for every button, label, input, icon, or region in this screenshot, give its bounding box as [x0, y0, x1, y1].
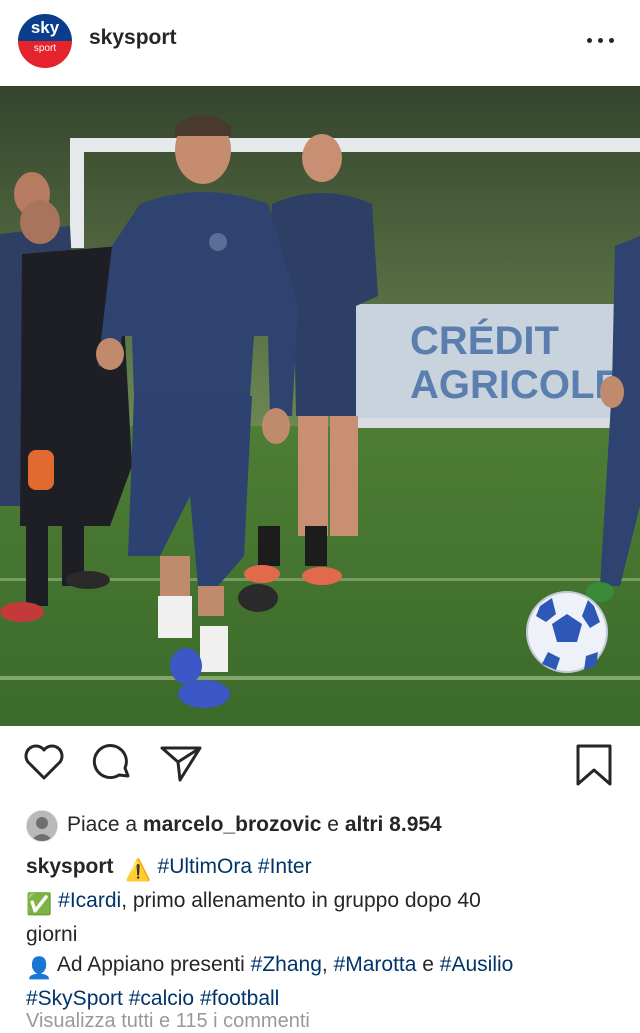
caption-line3-text: giorni: [26, 923, 78, 946]
account-avatar[interactable]: sky sport: [18, 14, 72, 68]
likes-user[interactable]: marcelo_brozovic: [143, 813, 322, 836]
hashtag-football[interactable]: #football: [200, 987, 279, 1010]
warning-icon: ⚠️: [125, 859, 152, 882]
caption-line2-text: , primo allenamento in gruppo dopo 40: [121, 889, 481, 912]
more-horizontal-icon[interactable]: [583, 24, 619, 56]
heart-icon[interactable]: [22, 740, 68, 792]
post-actions: [0, 740, 640, 796]
hashtag-zhang[interactable]: #Zhang: [251, 953, 322, 976]
caption-line-4: 👤 Ad Appiano presenti #Zhang, #Marotta e…: [26, 950, 616, 984]
post-photo[interactable]: CRÉDIT AGRICOLE: [0, 86, 640, 726]
likes-row[interactable]: Piace a marcelo_brozovic e altri 8.954: [26, 808, 626, 842]
share-icon[interactable]: [158, 740, 204, 792]
banner-line2: AGRICOLE: [410, 363, 621, 407]
caption-line-1: skysport ⚠️ #UltimOra #Inter: [26, 852, 616, 886]
training-photo: CRÉDIT AGRICOLE: [0, 86, 640, 726]
likes-middle: e: [321, 813, 345, 836]
caption-author[interactable]: skysport: [26, 855, 114, 878]
likes-text: Piace a marcelo_brozovic e altri 8.954: [67, 813, 442, 837]
hashtag-ultimora[interactable]: #UltimOra: [158, 855, 253, 878]
post-header: sky sport skysport: [0, 0, 640, 86]
liker-avatar[interactable]: [26, 810, 58, 842]
hashtag-skysport[interactable]: #SkySport: [26, 987, 123, 1010]
view-all-comments-link[interactable]: Visualizza tutti e 115 i commenti: [26, 1010, 310, 1033]
caption-line4-sep: ,: [321, 953, 334, 976]
person-icon: 👤: [26, 957, 53, 980]
post-caption: skysport ⚠️ #UltimOra #Inter ✅ #Icardi, pr…: [26, 852, 616, 1014]
check-icon: ✅: [26, 893, 53, 916]
banner-line1: CRÉDIT: [410, 318, 559, 363]
hashtag-inter[interactable]: #Inter: [258, 855, 312, 878]
hashtag-calcio[interactable]: #calcio: [129, 987, 194, 1010]
football: [526, 591, 608, 673]
caption-line4-and: e: [416, 953, 440, 976]
hashtag-icardi[interactable]: #Icardi: [58, 889, 121, 912]
hashtag-marotta[interactable]: #Marotta: [334, 953, 417, 976]
account-username[interactable]: skysport: [89, 26, 177, 50]
bookmark-icon[interactable]: [572, 740, 618, 792]
avatar-brand-top: sky: [30, 18, 60, 37]
likes-others[interactable]: altri 8.954: [345, 813, 442, 836]
caption-line-3: giorni: [26, 920, 616, 950]
avatar-brand-bottom: sport: [33, 43, 57, 54]
caption-line-2: ✅ #Icardi, primo allenamento in gruppo do…: [26, 886, 616, 920]
likes-prefix: Piace a: [67, 813, 143, 836]
comment-icon[interactable]: [90, 740, 136, 792]
caption-line4-text: Ad Appiano presenti: [52, 953, 251, 976]
hashtag-ausilio[interactable]: #Ausilio: [440, 953, 514, 976]
